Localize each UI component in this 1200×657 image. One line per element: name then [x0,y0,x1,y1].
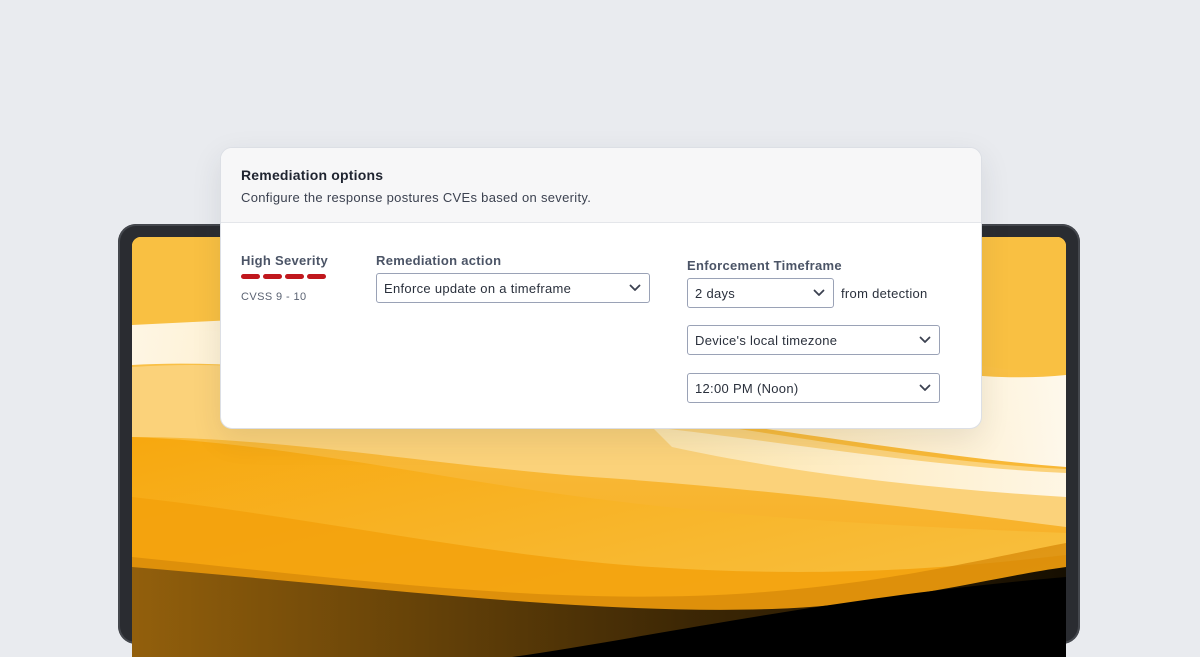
severity-indicator [241,274,326,279]
timeframe-days-select[interactable]: 2 days [687,278,834,308]
severity-bar [307,274,326,279]
card-title: Remediation options [241,167,384,183]
enforcement-time-select[interactable]: 12:00 PM (Noon) [687,373,940,403]
severity-bar [263,274,282,279]
severity-bar [241,274,260,279]
enforcement-timeframe-label: Enforcement Timeframe [687,258,842,273]
cvss-range: CVSS 9 - 10 [241,291,307,303]
timezone-value: Device's local timezone [695,332,838,348]
chevron-down-icon [919,336,931,344]
chevron-down-icon [629,284,641,292]
remediation-action-label: Remediation action [376,253,502,268]
remediation-options-card: Remediation options Configure the respon… [220,147,982,429]
from-detection-text: from detection [841,286,928,301]
chevron-down-icon [813,289,825,297]
remediation-action-value: Enforce update on a timeframe [384,280,572,296]
card-subtitle: Configure the response postures CVEs bas… [241,190,592,205]
severity-bar [285,274,304,279]
timeframe-days-value: 2 days [695,285,736,301]
timezone-select[interactable]: Device's local timezone [687,325,940,355]
remediation-action-select[interactable]: Enforce update on a timeframe [376,273,650,303]
enforcement-time-value: 12:00 PM (Noon) [695,380,799,396]
card-header: Remediation options Configure the respon… [221,148,981,223]
severity-label: High Severity [241,253,328,268]
chevron-down-icon [919,384,931,392]
